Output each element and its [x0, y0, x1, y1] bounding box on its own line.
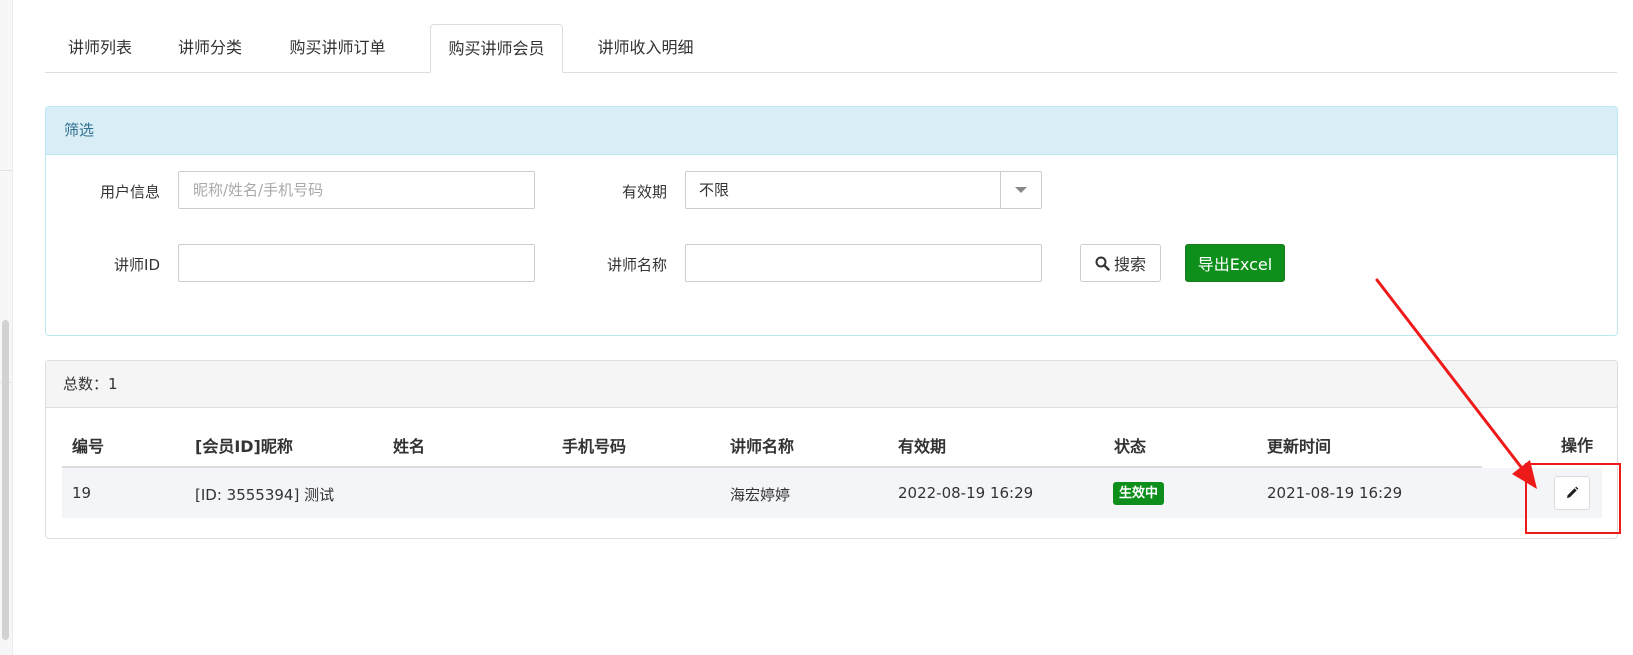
search-button[interactable]: 搜索 [1080, 244, 1161, 282]
user-info-input[interactable] [178, 171, 535, 209]
tab-lecturer-orders[interactable]: 购买讲师订单 [265, 24, 410, 72]
column-header-lecturer: 讲师名称 [730, 437, 795, 456]
left-scrollbar[interactable] [0, 0, 13, 655]
column-header-actions: 操作 [1561, 436, 1594, 455]
lecturer-id-input[interactable] [178, 244, 535, 282]
column-header-updated: 更新时间 [1267, 437, 1332, 456]
lecturer-id-label: 讲师ID [114, 256, 160, 274]
validity-label: 有效期 [621, 183, 667, 201]
status-badge: 生效中 [1113, 482, 1165, 505]
column-header-member: [会员ID]昵称 [195, 437, 293, 456]
tab-lecturer-income[interactable]: 讲师收入明细 [573, 24, 718, 72]
select-divider [1000, 172, 1001, 208]
column-header-id: 编号 [72, 437, 105, 456]
chevron-down-icon [1015, 187, 1027, 193]
search-icon [1095, 256, 1110, 271]
export-excel-label: 导出Excel [1197, 255, 1273, 274]
validity-value: 不限 [699, 181, 730, 199]
lecturer-name-input[interactable] [685, 244, 1042, 282]
column-header-validity: 有效期 [898, 437, 947, 456]
tab-lecturer-list[interactable]: 讲师列表 [45, 24, 155, 72]
scroll-thumb[interactable] [2, 320, 9, 640]
export-excel-button[interactable]: 导出Excel [1185, 244, 1285, 282]
cell-lecturer: 海宏婷婷 [730, 486, 791, 504]
column-header-name: 姓名 [393, 437, 426, 456]
divider [0, 170, 12, 171]
annotation-highlight-box [1525, 463, 1621, 534]
validity-select[interactable]: 不限 [685, 171, 1042, 209]
column-header-phone: 手机号码 [562, 437, 627, 456]
total-count: 总数：1 [46, 361, 1617, 408]
user-info-label: 用户信息 [99, 183, 160, 201]
filter-title: 筛选 [46, 107, 1617, 155]
cell-member: [ID: 3555394] 测试 [195, 486, 335, 504]
tab-lecturer-category[interactable]: 讲师分类 [155, 24, 265, 72]
search-button-label: 搜索 [1113, 255, 1146, 274]
filter-panel: 筛选 [45, 106, 1618, 336]
cell-id: 19 [72, 484, 92, 502]
cell-updated: 2021-08-19 16:29 [1267, 484, 1403, 502]
tab-lecturer-membership[interactable]: 购买讲师会员 [430, 24, 563, 73]
lecturer-name-label: 讲师名称 [606, 256, 667, 274]
cell-validity: 2022-08-19 16:29 [898, 484, 1034, 502]
column-header-status: 状态 [1114, 437, 1147, 456]
tab-bar: 讲师列表 讲师分类 购买讲师订单 购买讲师会员 讲师收入明细 [45, 24, 1617, 73]
